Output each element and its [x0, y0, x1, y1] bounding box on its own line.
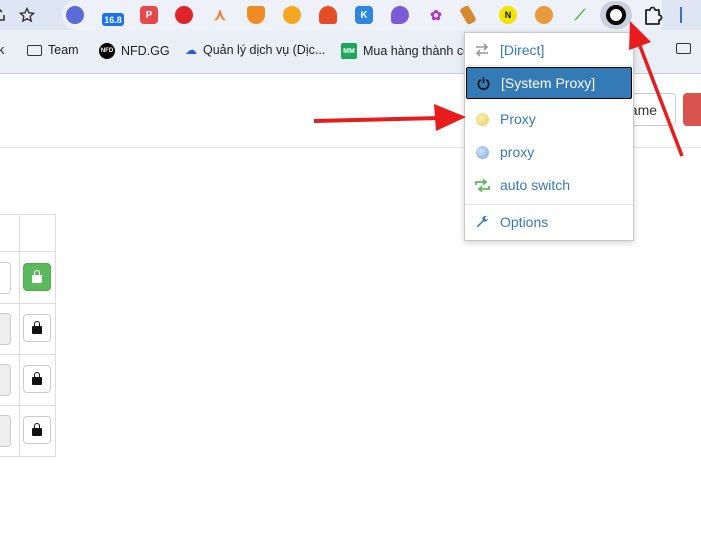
annotation-arrows: [313, 21, 684, 157]
red-arrow-pointing-proxy: [313, 104, 466, 131]
red-arrow-pointing-extension: [629, 21, 684, 157]
